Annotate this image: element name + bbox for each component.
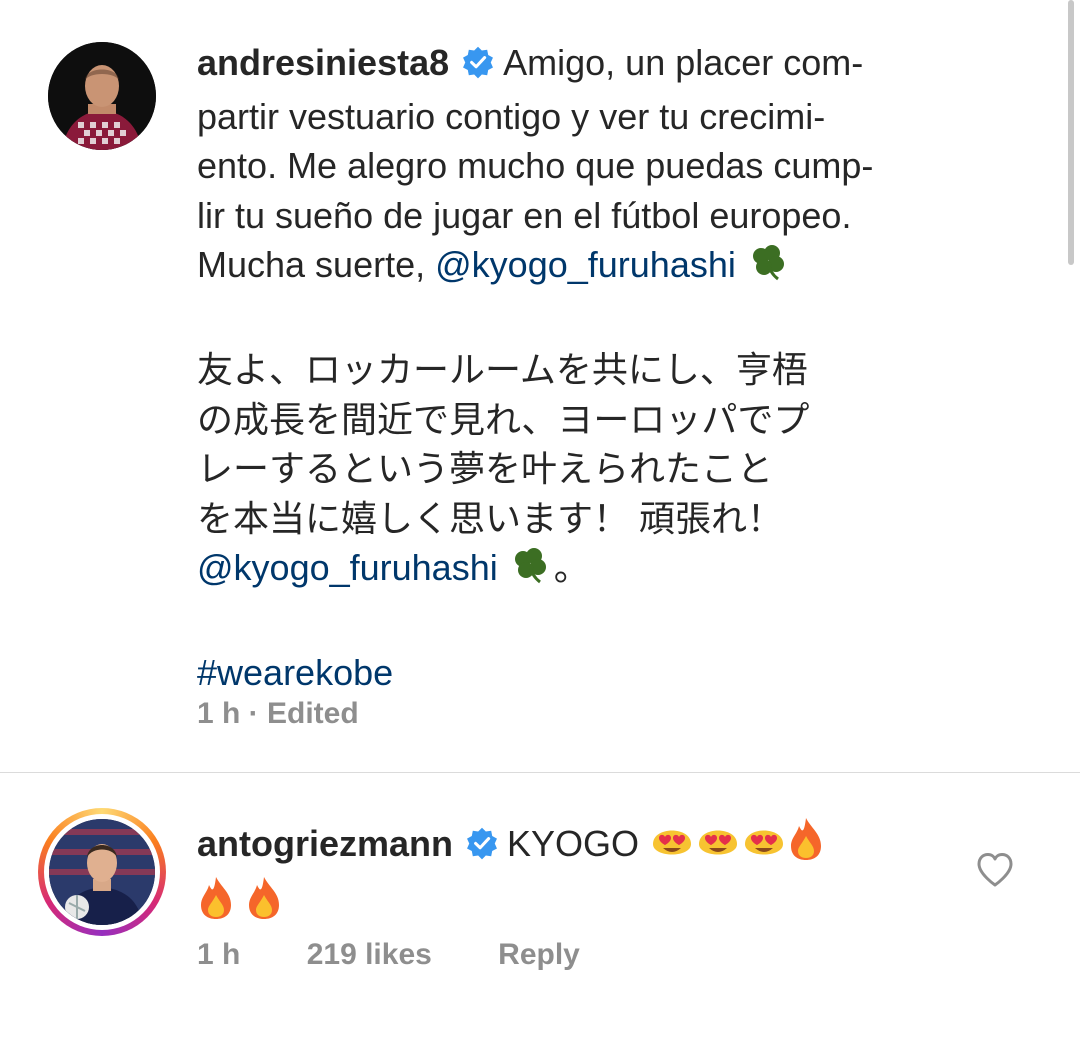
comment-line: lir tu sueño de jugar en el fútbol europ… xyxy=(197,194,852,236)
username[interactable]: andresiniesta8 xyxy=(197,42,449,83)
username[interactable]: antogriezmann xyxy=(197,823,453,864)
likes-count[interactable]: 219 likes xyxy=(307,938,432,971)
comment-meta: 1 h · Edited xyxy=(197,697,359,730)
heart-eyes-emoji xyxy=(741,816,787,875)
comment-text: andresiniesta8 Amigo, un placer com- part… xyxy=(197,38,997,698)
fire-emoji xyxy=(787,816,825,875)
fire-emoji xyxy=(197,875,235,934)
jp-end: 。 xyxy=(553,547,590,588)
mention-link[interactable]: @kyogo_furuhashi xyxy=(197,547,498,588)
comment-text: antogriezmann KYOGO xyxy=(197,816,917,933)
comment-line: ento. Me alegro mucho que puedas cump- xyxy=(197,145,874,186)
comment-time: 1 h xyxy=(197,938,241,971)
heart-outline-icon[interactable] xyxy=(976,852,1014,888)
verified-badge-icon xyxy=(461,42,495,92)
verified-badge-icon xyxy=(465,823,499,873)
comments-screen: andresiniesta8 Amigo, un placer com- part… xyxy=(0,0,1080,1041)
heart-eyes-emoji xyxy=(695,816,741,875)
avatar[interactable] xyxy=(48,42,156,150)
comment-line: KYOGO xyxy=(507,823,640,864)
mention-link[interactable]: @kyogo_furuhashi xyxy=(435,244,736,285)
avatar[interactable] xyxy=(49,819,155,925)
comment-andresiniesta8: andresiniesta8 Amigo, un placer com- part… xyxy=(0,0,1080,772)
four-leaf-clover-icon xyxy=(746,243,792,296)
comment-meta: 1 h 219 likes Reply xyxy=(197,938,638,972)
fire-emoji xyxy=(245,875,283,934)
reply-button[interactable]: Reply xyxy=(498,938,580,971)
four-leaf-clover-icon xyxy=(508,546,554,599)
jp-line: を本当に嬉しく思います！ 頑張れ！ xyxy=(197,497,784,539)
comment-line: Amigo, un placer com- xyxy=(503,42,864,83)
story-ring[interactable] xyxy=(38,808,166,936)
jp-line: レーするという夢を叶えられたこと xyxy=(197,448,774,489)
comment-line: Mucha suerte, xyxy=(197,244,426,285)
jp-line: の成長を間近で見れ、ヨーロッパでプ xyxy=(197,398,810,440)
heart-eyes-emoji xyxy=(649,816,695,875)
hashtag-link[interactable]: #wearekobe xyxy=(197,652,393,693)
comment-line: partir vestuario contigo y ver tu crecim… xyxy=(197,95,826,137)
jp-line: 友よ、ロッカールームを共にし、亨梧 xyxy=(197,349,808,390)
